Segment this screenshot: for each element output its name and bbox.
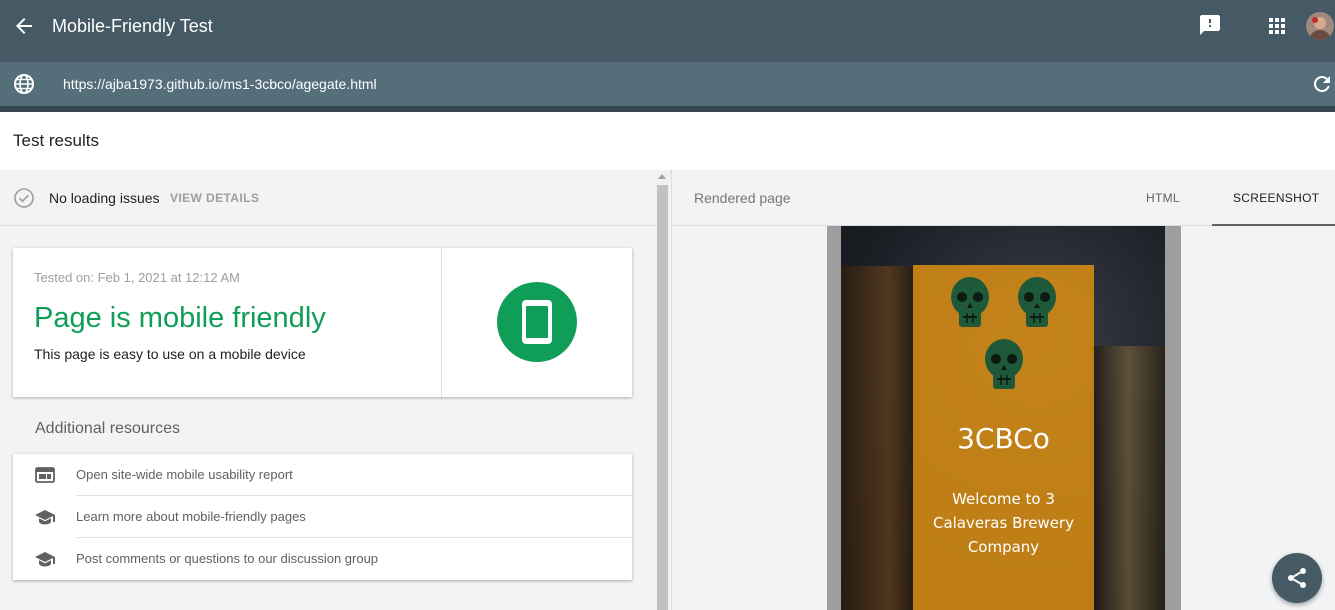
app-title: Mobile-Friendly Test [52,16,213,36]
url-bar: https://ajba1973.github.io/ms1-3cbco/age… [0,62,1335,106]
resource-label: Learn more about mobile-friendly pages [76,509,306,524]
result-headline: Page is mobile friendly [34,302,326,334]
card-divider [441,248,442,397]
rendered-screenshot: 3CBCo Welcome to 3 Calaveras Brewery Com… [841,226,1165,610]
right-pane: Rendered page HTML SCREENSHOT 3CBCo Welc… [671,170,1335,610]
skull-logo-icon [1018,277,1056,327]
rendered-screenshot-frame: 3CBCo Welcome to 3 Calaveras Brewery Com… [827,226,1181,610]
resource-item-discussion-group[interactable]: Post comments or questions to our discus… [13,538,632,580]
share-icon [1288,568,1306,588]
rendered-tabs-row: Rendered page HTML SCREENSHOT [672,170,1335,226]
resource-item-learn-more[interactable]: Learn more about mobile-friendly pages [13,496,632,538]
status-text: No loading issues [49,190,160,206]
back-arrow-icon[interactable] [12,14,36,38]
result-subline: This page is easy to use on a mobile dev… [34,346,306,362]
avatar[interactable] [1306,12,1334,40]
resource-label: Open site-wide mobile usability report [76,467,293,482]
refresh-icon[interactable] [1310,72,1334,96]
scroll-up-arrow-icon[interactable] [658,174,666,179]
result-card: Tested on: Feb 1, 2021 at 12:12 AM Page … [13,248,632,397]
url-field[interactable]: https://ajba1973.github.io/ms1-3cbco/age… [63,75,377,93]
site-brand-title: 3CBCo [957,422,1050,455]
site-welcome-text: Welcome to 3 Calaveras Brewery Company [933,490,1074,556]
mobile-phone-icon [497,282,577,362]
results-header: Test results [0,112,1335,170]
site-welcome-panel: 3CBCo Welcome to 3 Calaveras Brewery Com… [913,265,1094,610]
results-heading: Test results [13,131,99,150]
resource-item-usability-report[interactable]: Open site-wide mobile usability report [13,454,632,496]
apps-grid-icon[interactable] [1265,14,1289,38]
loading-status-row: No loading issues VIEW DETAILS [0,170,655,226]
tab-screenshot[interactable]: SCREENSHOT [1212,170,1335,226]
check-circle-icon [13,187,35,209]
rendered-page-label: Rendered page [694,190,791,206]
tested-on-text: Tested on: Feb 1, 2021 at 12:12 AM [34,270,240,285]
share-button[interactable] [1272,553,1322,603]
web-report-icon [34,464,56,486]
feedback-icon[interactable] [1198,13,1222,37]
globe-icon [12,72,36,96]
scrollbar-thumb[interactable] [657,185,668,610]
skull-logo-icon [985,339,1023,389]
tab-screenshot-label: SCREENSHOT [1233,191,1320,205]
view-details-button[interactable]: VIEW DETAILS [170,191,259,205]
tab-html[interactable]: HTML [1146,191,1180,205]
background-tap-image [841,266,921,610]
school-icon [34,548,56,570]
resources-title: Additional resources [35,420,180,437]
left-pane: No loading issues VIEW DETAILS Tested on… [0,170,655,610]
resources-card: Open site-wide mobile usability report L… [13,454,632,580]
left-pane-scrollbar[interactable] [655,170,670,610]
school-icon [34,506,56,528]
skull-logo-icon [951,277,989,327]
background-tap-image [1091,346,1165,610]
app-bar: Mobile-Friendly Test [0,0,1335,62]
resource-label: Post comments or questions to our discus… [76,551,379,566]
